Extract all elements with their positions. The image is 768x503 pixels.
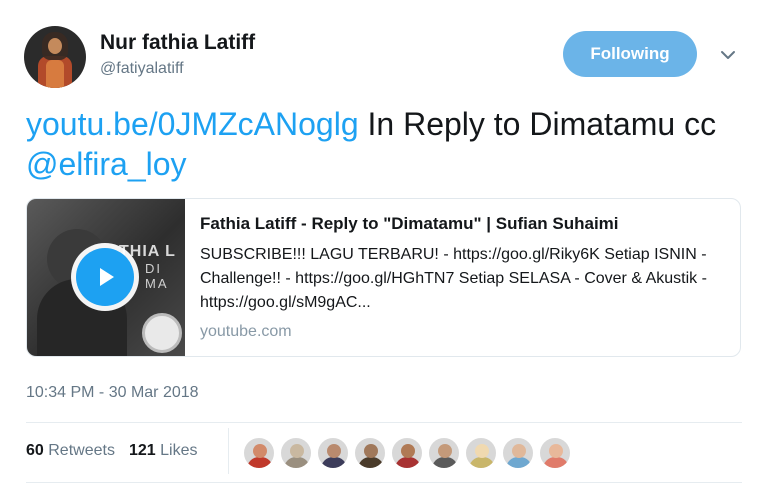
card-description: SUBSCRIBE!!! LAGU TERBARU! - https://goo… (200, 246, 707, 311)
liker-avatars (243, 437, 576, 469)
likes-stat[interactable]: 121 Likes (129, 442, 198, 460)
liker-avatar-face (290, 444, 304, 458)
tweet-stats: 60 Retweets 121 Likes (26, 442, 197, 460)
liker-avatar-face (438, 444, 452, 458)
liker-avatar[interactable] (243, 437, 275, 469)
liker-avatar-face (512, 444, 526, 458)
liker-avatar-body (321, 457, 347, 468)
retweets-stat[interactable]: 60 Retweets (26, 442, 115, 460)
liker-avatar[interactable] (465, 437, 497, 469)
liker-avatar-body (247, 457, 273, 468)
avatar-figure-dress (46, 60, 64, 88)
likes-label: Likes (160, 442, 198, 459)
liker-avatar[interactable] (280, 437, 312, 469)
liker-avatar-body (358, 457, 384, 468)
thumbnail-overlay-subtext: DI MA (145, 261, 169, 291)
author-avatar[interactable] (24, 26, 86, 88)
liker-avatar-face (364, 444, 378, 458)
retweets-count: 60 (26, 442, 44, 459)
liker-avatar-body (506, 457, 532, 468)
liker-avatar-face (401, 444, 415, 458)
liker-avatar-body (543, 457, 569, 468)
liker-avatar[interactable] (428, 437, 460, 469)
tweet-body-text: In Reply to Dimatamu cc (358, 106, 717, 142)
video-thumbnail[interactable]: THIA L DI MA (27, 199, 185, 356)
author-names[interactable]: Nur fathia Latiff @fatiyalatiff (100, 30, 255, 80)
tweet-link[interactable]: youtu.be/0JMZcANoglg (26, 106, 359, 142)
following-button[interactable]: Following (563, 31, 697, 77)
retweets-label: Retweets (48, 442, 115, 459)
likes-count: 121 (128, 442, 156, 459)
play-icon-background (76, 248, 134, 306)
avatar-figure-face (48, 38, 62, 54)
liker-avatar-face (549, 444, 563, 458)
author-handle[interactable]: @fatiyalatiff (100, 58, 255, 80)
tweet-text: youtu.be/0JMZcANoglg In Reply to Dimatam… (26, 104, 746, 184)
liker-avatar-face (475, 444, 489, 458)
stats-separator (228, 428, 229, 474)
liker-avatar[interactable] (317, 437, 349, 469)
liker-avatar[interactable] (539, 437, 571, 469)
liker-avatar[interactable] (502, 437, 534, 469)
liker-avatar-body (432, 457, 458, 468)
liker-avatar[interactable] (354, 437, 386, 469)
thumbnail-logo-stamp (142, 313, 182, 353)
liker-avatar-face (327, 444, 341, 458)
divider (26, 482, 742, 483)
card-content[interactable]: Fathia Latiff - Reply to "Dimatamu" | Su… (200, 213, 730, 343)
tweet-header: Nur fathia Latiff @fatiyalatiff Followin… (24, 24, 744, 90)
chevron-down-icon[interactable] (717, 44, 739, 66)
play-icon (100, 268, 114, 286)
author-display-name[interactable]: Nur fathia Latiff (100, 30, 255, 56)
liker-avatar-face (253, 444, 267, 458)
link-preview-card[interactable]: THIA L DI MA Fathia Latiff - Reply to "D… (26, 198, 741, 357)
mention-link[interactable]: @elfira_loy (26, 146, 187, 182)
play-button[interactable] (71, 243, 139, 311)
liker-avatar-body (284, 457, 310, 468)
liker-avatar-body (395, 457, 421, 468)
liker-avatar[interactable] (391, 437, 423, 469)
card-title[interactable]: Fathia Latiff - Reply to "Dimatamu" | Su… (200, 213, 730, 235)
tweet-timestamp[interactable]: 10:34 PM - 30 Mar 2018 (26, 384, 199, 402)
liker-avatar-body (469, 457, 495, 468)
card-domain: youtube.com (200, 323, 292, 340)
divider (26, 422, 742, 423)
